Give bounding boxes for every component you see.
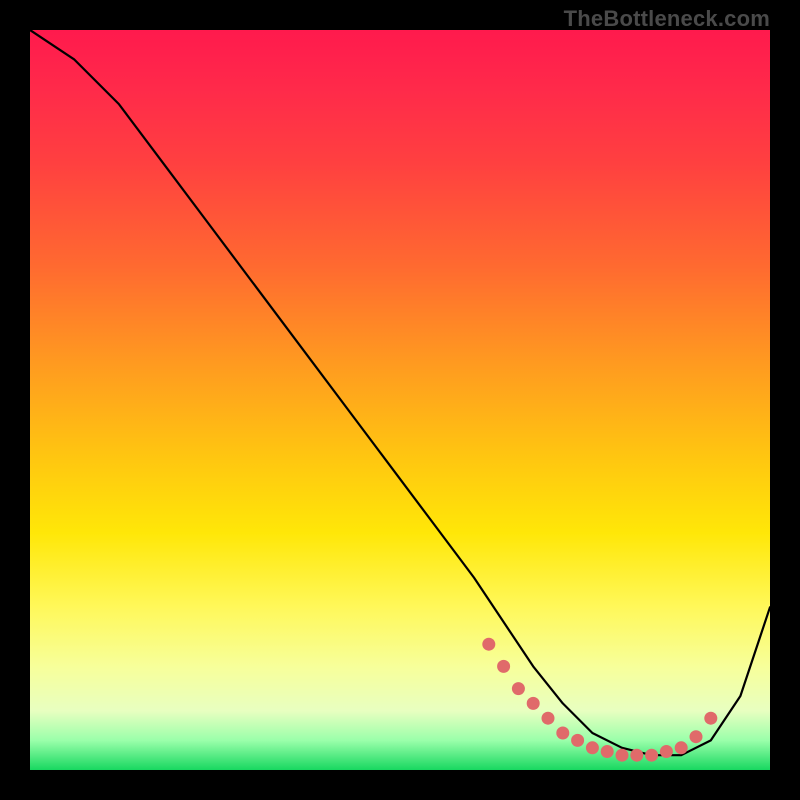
valley-dot — [571, 734, 584, 747]
valley-dots-group — [482, 638, 717, 762]
valley-dot — [690, 730, 703, 743]
valley-dot — [497, 660, 510, 673]
main-curve — [30, 30, 770, 755]
attribution-text: TheBottleneck.com — [564, 6, 770, 32]
plot-area — [30, 30, 770, 770]
valley-dot — [542, 712, 555, 725]
valley-dot — [527, 697, 540, 710]
valley-dot — [616, 749, 629, 762]
valley-dot — [512, 682, 525, 695]
valley-dot — [556, 727, 569, 740]
valley-dot — [482, 638, 495, 651]
valley-dot — [660, 745, 673, 758]
valley-dot — [586, 741, 599, 754]
valley-dot — [704, 712, 717, 725]
valley-dot — [675, 741, 688, 754]
curve-svg — [30, 30, 770, 770]
chart-stage: TheBottleneck.com — [0, 0, 800, 800]
valley-dot — [601, 745, 614, 758]
valley-dot — [645, 749, 658, 762]
valley-dot — [630, 749, 643, 762]
